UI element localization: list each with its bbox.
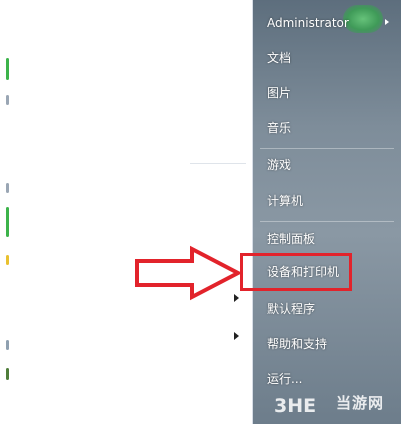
left-edge-strip [0, 0, 12, 424]
menu-separator [260, 221, 394, 222]
user-avatar-icon[interactable] [343, 5, 383, 33]
menu-item-computer[interactable]: 计算机 [267, 193, 303, 209]
red-callout-arrow-icon [135, 245, 243, 301]
program-icon-fragment [6, 95, 9, 105]
program-icon-fragment [6, 368, 9, 380]
menu-item-default-programs[interactable]: 默认程序 [267, 301, 315, 317]
watermark-logo-text: 3HE [274, 395, 316, 417]
menu-item-music[interactable]: 音乐 [267, 120, 291, 136]
program-icon-fragment [6, 340, 9, 350]
menu-item-pictures[interactable]: 图片 [267, 85, 291, 101]
programs-separator [190, 163, 246, 164]
watermark-logo: 3HE [274, 395, 316, 417]
program-icon-fragment [6, 58, 9, 80]
menu-item-control-panel[interactable]: 控制面板 [267, 231, 315, 247]
menu-separator [260, 148, 394, 149]
program-icon-fragment [6, 207, 9, 237]
submenu-arrow-icon [385, 19, 389, 25]
menu-item-help-support[interactable]: 帮助和支持 [267, 336, 327, 352]
user-name-item[interactable]: Administrator [267, 15, 349, 31]
program-icon-fragment [6, 255, 9, 265]
watermark-text: 当游网 [336, 394, 385, 412]
menu-item-games[interactable]: 游戏 [267, 157, 291, 173]
programs-panel [0, 0, 253, 424]
menu-item-run[interactable]: 运行... [267, 371, 302, 387]
program-icon-fragment [6, 183, 9, 193]
menu-item-documents[interactable]: 文档 [267, 50, 291, 66]
chevron-right-icon[interactable] [234, 332, 239, 340]
highlight-box [240, 253, 352, 291]
